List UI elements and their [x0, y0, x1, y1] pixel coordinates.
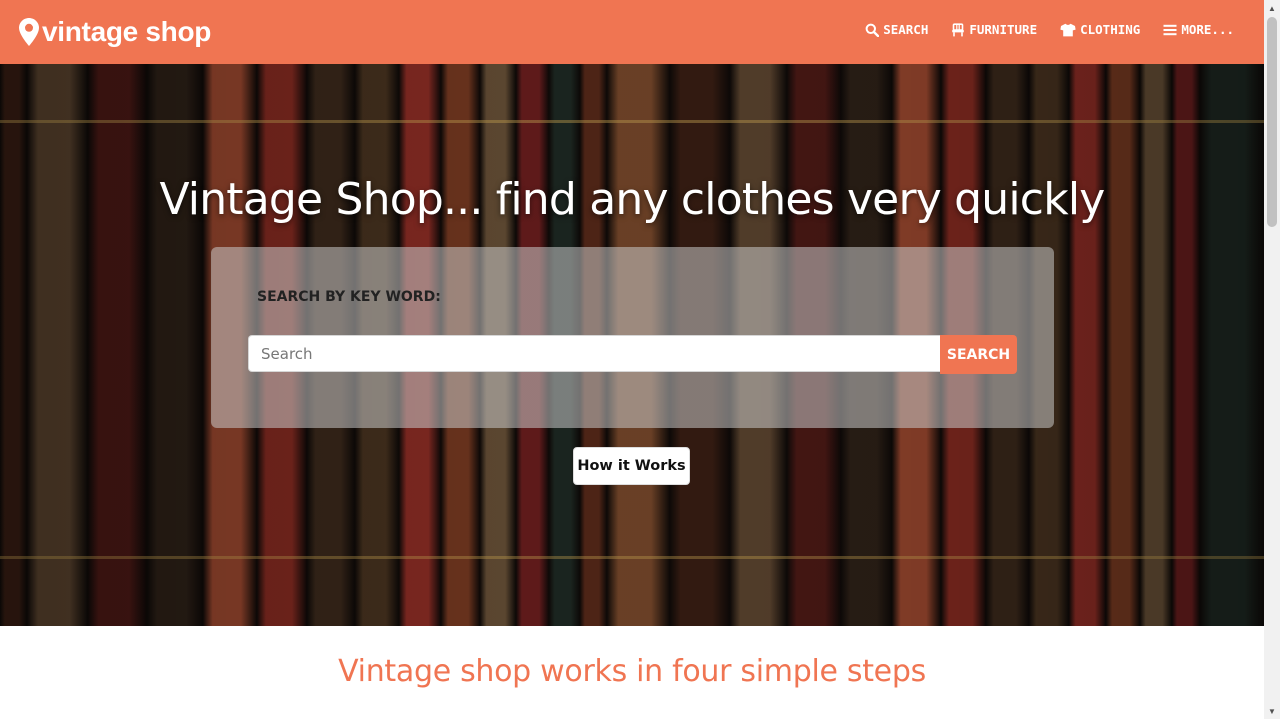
scroll-down-arrow-icon[interactable]: ▼ — [1264, 703, 1280, 719]
scrollbar-thumb[interactable] — [1267, 17, 1277, 227]
hero-title: Vintage Shop... find any clothes very qu… — [159, 174, 1105, 225]
top-navbar: vintage shop SEARCH FURNITURE CLOTHING M… — [0, 0, 1264, 64]
nav-item-more-label: MORE... — [1181, 22, 1234, 37]
search-button[interactable]: SEARCH — [940, 335, 1017, 374]
nav-item-furniture-label: FURNITURE — [969, 22, 1038, 37]
nav-item-more[interactable]: MORE... — [1163, 22, 1234, 37]
nav-item-furniture[interactable]: FURNITURE — [951, 22, 1037, 37]
nav-item-search[interactable]: SEARCH — [865, 22, 928, 37]
steps-heading: Vintage shop works in four simple steps — [338, 654, 926, 689]
nav-item-clothing[interactable]: CLOTHING — [1060, 22, 1140, 37]
nav-item-clothing-label: CLOTHING — [1080, 22, 1141, 37]
chair-icon — [952, 22, 965, 36]
nav-item-search-label: SEARCH — [883, 22, 929, 37]
search-input[interactable] — [248, 335, 940, 372]
brand-name: vintage shop — [42, 16, 212, 47]
brand-logo-link[interactable]: vintage shop — [18, 12, 211, 52]
menu-icon — [1163, 24, 1177, 35]
how-it-works-button[interactable]: How it Works — [573, 447, 690, 485]
hero-section: Vintage Shop... find any clothes very qu… — [0, 64, 1264, 626]
scroll-up-arrow-icon[interactable]: ▲ — [1264, 0, 1280, 16]
tshirt-icon — [1060, 23, 1076, 36]
search-label: SEARCH BY KEY WORD: — [257, 289, 441, 305]
nav-menu: SEARCH FURNITURE CLOTHING MORE... — [842, 22, 1234, 37]
page: vintage shop SEARCH FURNITURE CLOTHING M… — [0, 0, 1264, 719]
vertical-scrollbar[interactable]: ▲ ▼ — [1264, 0, 1280, 719]
search-panel: SEARCH BY KEY WORD: SEARCH — [211, 247, 1054, 428]
map-marker-icon — [19, 18, 39, 46]
search-icon — [865, 23, 880, 37]
